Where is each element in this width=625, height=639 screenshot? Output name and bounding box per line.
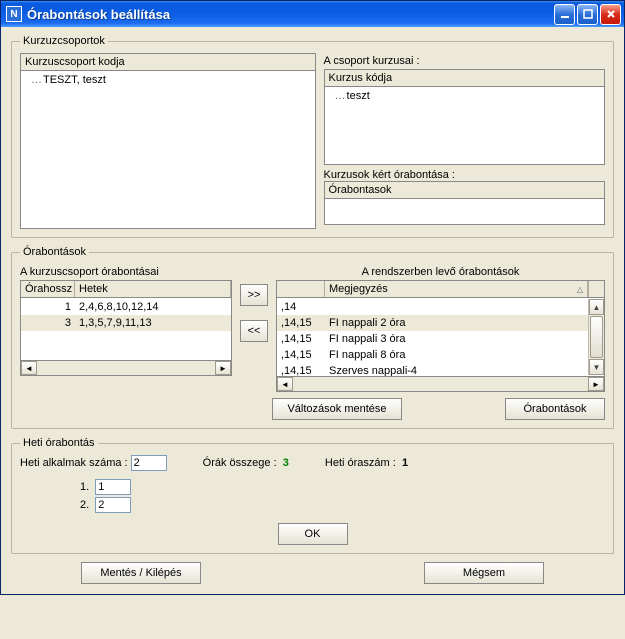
orabontasok-button[interactable]: Órabontások <box>505 398 605 420</box>
left-tree[interactable]: TESZT, teszt <box>20 71 316 229</box>
heti-orabontas-group: Heti órabontás Heti alkalmak száma : Órá… <box>11 437 614 554</box>
tree-item[interactable]: TESZT, teszt <box>25 73 311 87</box>
right-h-scroll[interactable]: ◄ ► <box>276 376 605 392</box>
titlebar[interactable]: N Órabontások beállítása <box>1 1 624 27</box>
right-bot-label: Kurzusok kért órabontása : <box>324 169 605 181</box>
right-table-label: A rendszerben levő órabontások <box>276 266 605 278</box>
entry2-input[interactable] <box>95 497 131 513</box>
save-exit-button[interactable]: Mentés / Kilépés <box>81 562 201 584</box>
kurzuscsoportok-group: Kurzuzcsoportok Kurzuscsoport kodja TESZ… <box>11 35 614 238</box>
scroll-up-icon[interactable]: ▲ <box>589 299 604 315</box>
ok-button[interactable]: OK <box>278 523 348 545</box>
table-row[interactable]: ,14 <box>277 299 588 315</box>
table-row[interactable]: 1 2,4,6,8,10,12,14 <box>21 299 231 315</box>
app-icon: N <box>6 6 22 22</box>
orabontasok-group: Órabontások A kurzuscsoport órabontásai … <box>11 246 614 429</box>
table-row[interactable]: ,14,15 Szerves nappali-4 <box>277 363 588 376</box>
right-top-tree[interactable]: teszt <box>324 87 605 165</box>
th-hetek[interactable]: Hetek <box>75 281 231 297</box>
th-megjegyzes[interactable]: Megjegyzés △ <box>325 281 588 297</box>
right-v-scroll[interactable]: ▲ ▼ <box>588 299 604 375</box>
left-h-scroll[interactable]: ◄ ► <box>20 360 232 376</box>
th-col1[interactable] <box>277 281 325 297</box>
right-bot-tree[interactable] <box>324 199 605 225</box>
move-right-button[interactable]: >> <box>240 284 268 306</box>
scroll-left-icon[interactable]: ◄ <box>21 361 37 375</box>
left-table-header[interactable]: Órahossz Hetek <box>20 280 232 298</box>
heti-oraszam-label: Heti óraszám : <box>325 457 396 469</box>
group-legend: Heti órabontás <box>20 437 98 449</box>
right-bot-header[interactable]: Órabontasok <box>324 181 605 199</box>
left-table-body: 1 2,4,6,8,10,12,14 3 1,3,5,7,9,11,13 <box>20 298 232 360</box>
entry1-label: 1. <box>80 481 89 493</box>
orak-osszege-label: Órák összege : <box>203 457 277 469</box>
table-row[interactable]: ,14,15 FI nappali 3 óra <box>277 331 588 347</box>
right-top-header[interactable]: Kurzus kódja <box>324 69 605 87</box>
th-orahossz[interactable]: Órahossz <box>21 281 75 297</box>
alkalmak-input[interactable] <box>131 455 167 471</box>
right-table-header[interactable]: Megjegyzés △ <box>276 280 605 298</box>
entry1-input[interactable] <box>95 479 131 495</box>
table-row[interactable]: ,14,15 FI nappali 2 óra <box>277 315 588 331</box>
scroll-left-icon[interactable]: ◄ <box>277 377 293 391</box>
scroll-right-icon[interactable]: ► <box>588 377 604 391</box>
right-top-label: A csoport kurzusai : <box>324 55 605 67</box>
close-button[interactable] <box>600 4 621 25</box>
move-left-button[interactable]: << <box>240 320 268 342</box>
left-tree-header[interactable]: Kurzuscsoport kodja <box>20 53 316 71</box>
scroll-thumb[interactable] <box>590 316 603 358</box>
window: N Órabontások beállítása Kurzuzcsoportok… <box>0 0 625 595</box>
minimize-button[interactable] <box>554 4 575 25</box>
save-changes-button[interactable]: Változások mentése <box>272 398 402 420</box>
scroll-right-icon[interactable]: ► <box>215 361 231 375</box>
group-legend: Kurzuzcsoportok <box>20 35 108 47</box>
right-table-body: ,14 ,14,15 FI nappali 2 óra ,14,15 FI na… <box>276 298 605 376</box>
scroll-down-icon[interactable]: ▼ <box>589 359 604 375</box>
heti-oraszam-value: 1 <box>402 457 408 469</box>
entry2-label: 2. <box>80 499 89 511</box>
maximize-button[interactable] <box>577 4 598 25</box>
group-legend: Órabontások <box>20 246 89 258</box>
tree-item[interactable]: teszt <box>329 89 600 103</box>
left-table-label: A kurzuscsoport órabontásai <box>20 266 232 278</box>
window-title: Órabontások beállítása <box>27 7 554 22</box>
table-row[interactable]: ,14,15 FI nappali 8 óra <box>277 347 588 363</box>
orak-osszege-value: 3 <box>283 457 289 469</box>
sort-asc-icon: △ <box>577 285 583 294</box>
table-row[interactable]: 3 1,3,5,7,9,11,13 <box>21 315 231 331</box>
alkalmak-label: Heti alkalmak száma : <box>20 457 128 469</box>
cancel-button[interactable]: Mégsem <box>424 562 544 584</box>
